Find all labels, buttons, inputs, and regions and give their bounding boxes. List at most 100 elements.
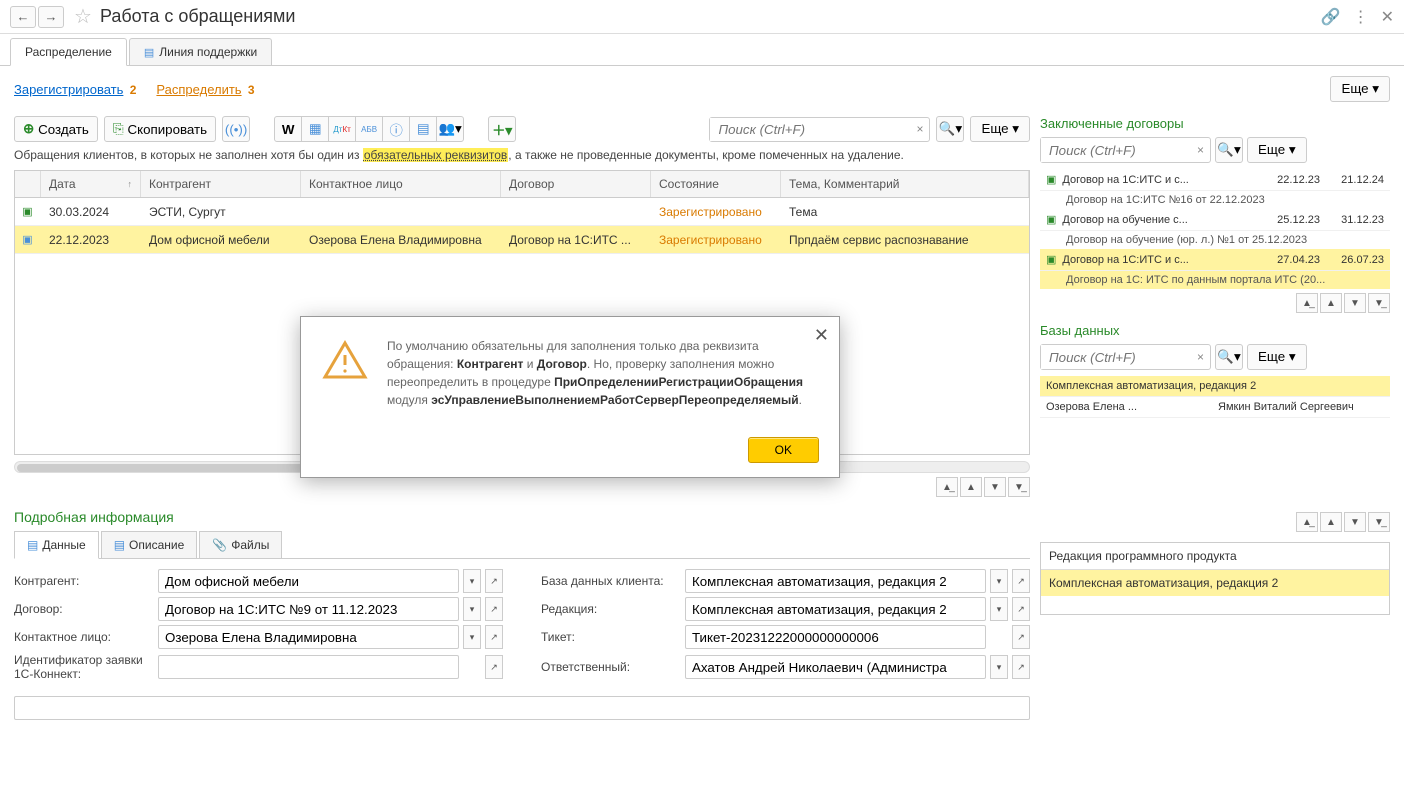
search-input[interactable] <box>710 118 910 141</box>
info-button[interactable]: ⓘ <box>382 116 410 142</box>
header-date[interactable]: Дата↑ <box>41 171 141 197</box>
header-state[interactable]: Состояние <box>651 171 781 197</box>
nav-first-button[interactable]: ▲̲ <box>936 477 958 497</box>
warning-triangle-icon <box>321 337 369 385</box>
plus-list-icon: ＋▾ <box>492 120 512 139</box>
tab-support-line[interactable]: ▤ Линия поддержки <box>129 38 272 65</box>
list-button[interactable]: ▤ <box>409 116 437 142</box>
partner-dropdown[interactable]: ▾ <box>463 569 481 593</box>
db-row[interactable]: Комплексная автоматизация, редакция 2 <box>1040 376 1390 397</box>
wiki-button[interactable]: W <box>274 116 302 142</box>
contract-field[interactable] <box>158 597 459 621</box>
ticket-field[interactable] <box>685 625 986 649</box>
search-button[interactable]: 🔍▾ <box>936 116 964 142</box>
dtkt-button[interactable]: ДтКт <box>328 116 356 142</box>
sound-button[interactable]: ((•)) <box>222 116 250 142</box>
contract-open[interactable]: ↗ <box>485 597 503 621</box>
data-icon: ▤ <box>27 538 38 552</box>
nav-first-button[interactable]: ▲̲ <box>1296 512 1318 532</box>
contracts-search-input[interactable] <box>1041 138 1191 162</box>
nav-up-button[interactable]: ▲ <box>1320 512 1342 532</box>
contact-field[interactable] <box>158 625 459 649</box>
contracts-more-button[interactable]: Еще ▾ <box>1247 137 1307 163</box>
resp-open[interactable]: ↗ <box>1012 655 1030 679</box>
contract-sub: Договор на 1С:ИТС №16 от 22.12.2023 <box>1040 191 1390 209</box>
nav-last-button[interactable]: ▼̲ <box>1368 293 1390 313</box>
detail-tab-desc[interactable]: ▤Описание <box>101 531 198 558</box>
dialog-close-icon[interactable]: ✕ <box>814 325 829 346</box>
clear-search-icon[interactable]: × <box>910 118 929 141</box>
db-search-button[interactable]: 🔍▾ <box>1215 344 1243 370</box>
dialog-ok-button[interactable]: OK <box>748 437 819 463</box>
contracts-clear-icon[interactable]: × <box>1191 138 1210 162</box>
contracts-search-button[interactable]: 🔍▾ <box>1215 137 1243 163</box>
edition-dropdown[interactable]: ▾ <box>990 597 1008 621</box>
detail-tab-data[interactable]: ▤Данные <box>14 531 99 559</box>
partner-open[interactable]: ↗ <box>485 569 503 593</box>
ticket-open[interactable]: ↗ <box>1012 625 1030 649</box>
contract-dropdown[interactable]: ▾ <box>463 597 481 621</box>
resp-field[interactable] <box>685 655 986 679</box>
db-label: База данных клиента: <box>541 574 681 588</box>
more-button-top[interactable]: Еще ▾ <box>1330 76 1390 102</box>
partner-field[interactable] <box>158 569 459 593</box>
more-button-toolbar[interactable]: Еще ▾ <box>970 116 1030 142</box>
users-button[interactable]: 👥▾ <box>436 116 464 142</box>
id-open[interactable]: ↗ <box>485 655 503 679</box>
product-row[interactable]: Комплексная автоматизация, редакция 2 <box>1041 570 1389 596</box>
header-contract[interactable]: Договор <box>501 171 651 197</box>
nav-down-button[interactable]: ▼ <box>984 477 1006 497</box>
db-persons-row[interactable]: Озерова Елена ... Ямкин Виталий Сергееви… <box>1040 397 1390 418</box>
warning-dialog: ✕ По умолчанию обязательны для заполнени… <box>300 316 840 478</box>
main-toolbar: ⊕Создать ⎘Скопировать ((•)) W ▦ ДтКт АБВ… <box>14 116 1030 142</box>
register-link[interactable]: Зарегистрировать <box>14 82 123 97</box>
id-field[interactable] <box>158 655 459 679</box>
create-button[interactable]: ⊕Создать <box>14 116 98 142</box>
abc-button[interactable]: АБВ <box>355 116 383 142</box>
db-clear-icon[interactable]: × <box>1191 345 1210 369</box>
grid-row[interactable]: ▣ 22.12.2023 Дом офисной мебели Озерова … <box>15 226 1029 254</box>
nav-up-button[interactable]: ▲ <box>1320 293 1342 313</box>
nav-forward-button[interactable]: → <box>38 6 64 28</box>
add-item-button[interactable]: ＋▾ <box>488 116 516 142</box>
nav-up-button[interactable]: ▲ <box>960 477 982 497</box>
nav-down-button[interactable]: ▼ <box>1344 512 1366 532</box>
db-dropdown[interactable]: ▾ <box>990 569 1008 593</box>
detail-tab-files[interactable]: 📎Файлы <box>199 531 282 558</box>
db-open[interactable]: ↗ <box>1012 569 1030 593</box>
link-icon[interactable]: 🔗 <box>1321 7 1341 27</box>
close-icon[interactable]: ✕ <box>1381 7 1394 27</box>
distribute-link[interactable]: Распределить <box>156 82 241 97</box>
header-partner[interactable]: Контрагент <box>141 171 301 197</box>
tab-distribution[interactable]: Распределение <box>10 38 127 66</box>
edition-open[interactable]: ↗ <box>1012 597 1030 621</box>
header-contact[interactable]: Контактное лицо <box>301 171 501 197</box>
nav-back-button[interactable]: ← <box>10 6 36 28</box>
resp-label: Ответственный: <box>541 660 681 674</box>
product-title: Редакция программного продукта <box>1041 543 1389 570</box>
extra-field[interactable] <box>14 696 1030 720</box>
favorite-star-icon[interactable]: ☆ <box>74 4 92 29</box>
copy-button[interactable]: ⎘Скопировать <box>104 116 216 142</box>
nav-down-button[interactable]: ▼ <box>1344 293 1366 313</box>
columns-button[interactable]: ▦ <box>301 116 329 142</box>
titlebar: ← → ☆ Работа с обращениями 🔗 ⋮ ✕ <box>0 0 1404 34</box>
list-icon: ▤ <box>144 46 154 59</box>
nav-last-button[interactable]: ▼̲ <box>1368 512 1390 532</box>
grid-row[interactable]: ▣ 30.03.2024 ЭСТИ, Сургут Зарегистрирова… <box>15 198 1029 226</box>
contact-open[interactable]: ↗ <box>485 625 503 649</box>
contract-label: Договор: <box>14 602 154 616</box>
contact-dropdown[interactable]: ▾ <box>463 625 481 649</box>
contract-row[interactable]: ▣ Договор на обучение с... 25.12.23 31.1… <box>1040 209 1390 231</box>
edition-field[interactable] <box>685 597 986 621</box>
resp-dropdown[interactable]: ▾ <box>990 655 1008 679</box>
contract-row[interactable]: ▣ Договор на 1С:ИТС и с... 27.04.23 26.0… <box>1040 249 1390 271</box>
header-topic[interactable]: Тема, Комментарий <box>781 171 1029 197</box>
db-more-button[interactable]: Еще ▾ <box>1247 344 1307 370</box>
nav-last-button[interactable]: ▼̲ <box>1008 477 1030 497</box>
db-field[interactable] <box>685 569 986 593</box>
contract-row[interactable]: ▣ Договор на 1С:ИТС и с... 22.12.23 21.1… <box>1040 169 1390 191</box>
menu-icon[interactable]: ⋮ <box>1353 7 1369 27</box>
db-search-input[interactable] <box>1041 345 1191 369</box>
nav-first-button[interactable]: ▲̲ <box>1296 293 1318 313</box>
